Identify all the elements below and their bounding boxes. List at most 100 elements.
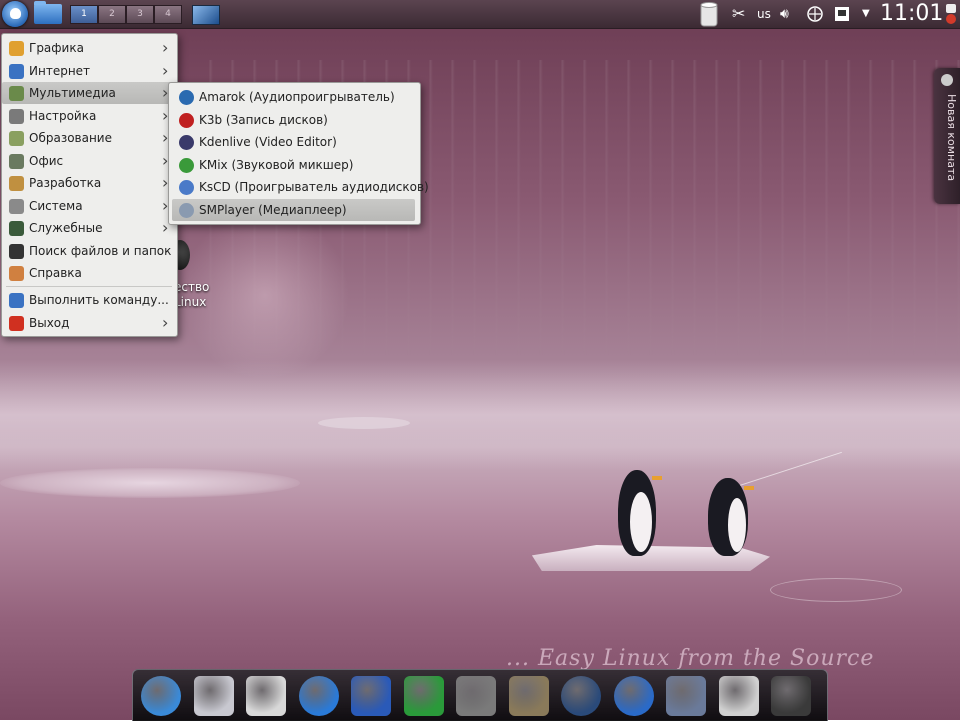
activity-label: Новая комната xyxy=(945,94,958,182)
chat-icon[interactable] xyxy=(298,676,339,716)
kdenlive-icon xyxy=(179,135,194,150)
panel-toolbox-icon[interactable] xyxy=(944,2,958,26)
terminal-icon[interactable] xyxy=(771,676,811,716)
submenu-item-label: KsCD (Проигрыватель аудиодисков) xyxy=(199,180,429,194)
multimedia-submenu: Amarok (Аудиопроигрыватель) K3b (Запись д… xyxy=(168,82,429,225)
menu-item-label: Интернет xyxy=(29,63,91,78)
gimp-icon[interactable] xyxy=(508,676,549,716)
network-icon[interactable] xyxy=(805,0,825,28)
menu-item-label: Выполнить команду... xyxy=(29,292,169,307)
office-icon xyxy=(9,153,24,169)
ice-floe-left xyxy=(0,468,300,498)
menu-item-9[interactable]: Поиск файлов и папок xyxy=(2,240,175,262)
menu-item-8[interactable]: Служебные › xyxy=(2,217,175,239)
pager-desktop-2[interactable]: 2 xyxy=(98,5,126,24)
multimedia-icon xyxy=(9,86,24,101)
menu-item-label: Разработка xyxy=(29,176,102,190)
menu-item-label: Офис xyxy=(29,153,64,168)
submenu-item-label: SMPlayer (Медиаплеер) xyxy=(199,202,347,217)
camera-icon[interactable] xyxy=(561,676,601,716)
desktop-icon-label[interactable]: ество Linux xyxy=(174,280,209,310)
k3b-icon xyxy=(179,112,194,128)
submenu-arrow-icon: › xyxy=(162,38,169,57)
device-notifier-icon[interactable] xyxy=(832,0,852,28)
mail-icon[interactable] xyxy=(193,676,234,716)
menu-item-label: Система xyxy=(29,198,83,213)
menu-separator xyxy=(6,285,172,287)
submenu-item-4[interactable]: KsCD (Проигрыватель аудиодисков) xyxy=(172,176,429,198)
menu-item-label: Справка xyxy=(29,266,82,280)
smplayer-icon xyxy=(179,202,194,218)
trash-icon[interactable] xyxy=(698,0,720,28)
submenu-item-3[interactable]: KMix (Звуковой микшер) xyxy=(172,154,415,176)
submenu-arrow-icon: › xyxy=(162,312,169,332)
menu-item-4[interactable]: Образование › xyxy=(2,127,175,149)
folder-icon[interactable] xyxy=(34,1,62,24)
menu-item-0[interactable]: Графика › xyxy=(2,37,175,59)
menu-item-5[interactable]: Офис › xyxy=(2,150,175,172)
system-icon xyxy=(9,198,24,214)
scissors-icon[interactable]: ✂ xyxy=(732,0,748,28)
top-panel: 1 2 3 4 ✂ us 🔊︎ ▼ 11:01 xyxy=(0,0,960,29)
task-window-icon[interactable] xyxy=(192,5,220,25)
application-launcher-icon[interactable] xyxy=(2,1,28,27)
menu-item-10[interactable]: Справка xyxy=(2,262,175,284)
wallpaper-fog xyxy=(0,360,960,470)
water-ripple xyxy=(770,578,902,602)
menu-item-6[interactable]: Разработка › xyxy=(2,172,175,194)
submenu-item-1[interactable]: K3b (Запись дисков) xyxy=(172,109,415,131)
writer-icon[interactable] xyxy=(351,676,391,716)
calc-icon[interactable] xyxy=(403,676,444,716)
volume-icon[interactable]: 🔊︎ xyxy=(780,0,800,28)
video-icon[interactable] xyxy=(666,676,706,716)
submenu-item-label: KMix (Звуковой микшер) xyxy=(199,157,354,172)
graphics-icon xyxy=(9,41,24,56)
wolf-icon[interactable] xyxy=(613,676,654,716)
submenu-arrow-icon: › xyxy=(162,60,169,80)
submenu-item-label: Amarok (Аудиопроигрыватель) xyxy=(199,90,395,104)
run-command-icon xyxy=(9,292,24,308)
ice-floe-small xyxy=(318,417,410,429)
main-menu: Графика › Интернет › Мультимедиа › Настройка › О… xyxy=(1,33,178,337)
pager-desktop-3[interactable]: 3 xyxy=(126,5,154,24)
calculator-icon[interactable] xyxy=(456,676,496,716)
menu-item-label: Поиск файлов и папок xyxy=(29,243,172,258)
clock[interactable]: 11:01 xyxy=(880,0,943,28)
menu-item-label: Мультимедиа xyxy=(29,86,116,100)
activity-icon xyxy=(941,74,953,86)
menu-item-label: Образование xyxy=(29,131,112,145)
menu-item-1[interactable]: Интернет › xyxy=(2,60,175,82)
development-icon xyxy=(9,176,24,191)
menu-item-label: Графика xyxy=(29,41,84,55)
kscd-icon xyxy=(179,180,194,195)
menu-item-2[interactable]: Мультимедиа › xyxy=(2,82,175,104)
submenu-item-label: Kdenlive (Video Editor) xyxy=(199,135,337,149)
editor-icon[interactable] xyxy=(718,676,759,716)
menu-item-11[interactable]: Выполнить команду... xyxy=(2,289,175,311)
activity-side-tab[interactable]: Новая комната xyxy=(934,68,960,204)
submenu-item-5[interactable]: SMPlayer (Медиаплеер) xyxy=(172,198,415,221)
penguin-left xyxy=(618,470,662,558)
keyboard-layout[interactable]: us xyxy=(757,0,777,28)
menu-item-3[interactable]: Настройка › xyxy=(2,105,175,127)
tray-expand-arrow-icon[interactable]: ▼ xyxy=(862,0,874,28)
menu-item-label: Служебные xyxy=(29,221,103,235)
submenu-item-0[interactable]: Amarok (Аудиопроигрыватель) xyxy=(172,86,415,108)
wallpaper-slogan: ... Easy Linux from the Source xyxy=(506,646,875,671)
chromium-icon[interactable] xyxy=(141,676,181,716)
settings-icon xyxy=(9,108,24,124)
logout-icon xyxy=(9,315,24,331)
help-icon xyxy=(9,266,24,281)
menu-item-7[interactable]: Система › xyxy=(2,195,175,217)
pager-desktop-1[interactable]: 1 xyxy=(70,5,98,24)
announce-icon[interactable] xyxy=(246,676,286,716)
menu-item-12[interactable]: Выход › xyxy=(2,312,175,334)
penguin-right xyxy=(708,478,754,558)
application-dock xyxy=(132,669,828,721)
kmix-icon xyxy=(179,157,194,173)
submenu-item-2[interactable]: Kdenlive (Video Editor) xyxy=(172,131,415,153)
find-files-icon xyxy=(9,243,24,259)
pager-desktop-4[interactable]: 4 xyxy=(154,5,182,24)
menu-item-label: Настройка xyxy=(29,108,97,123)
utilities-icon xyxy=(9,221,24,236)
